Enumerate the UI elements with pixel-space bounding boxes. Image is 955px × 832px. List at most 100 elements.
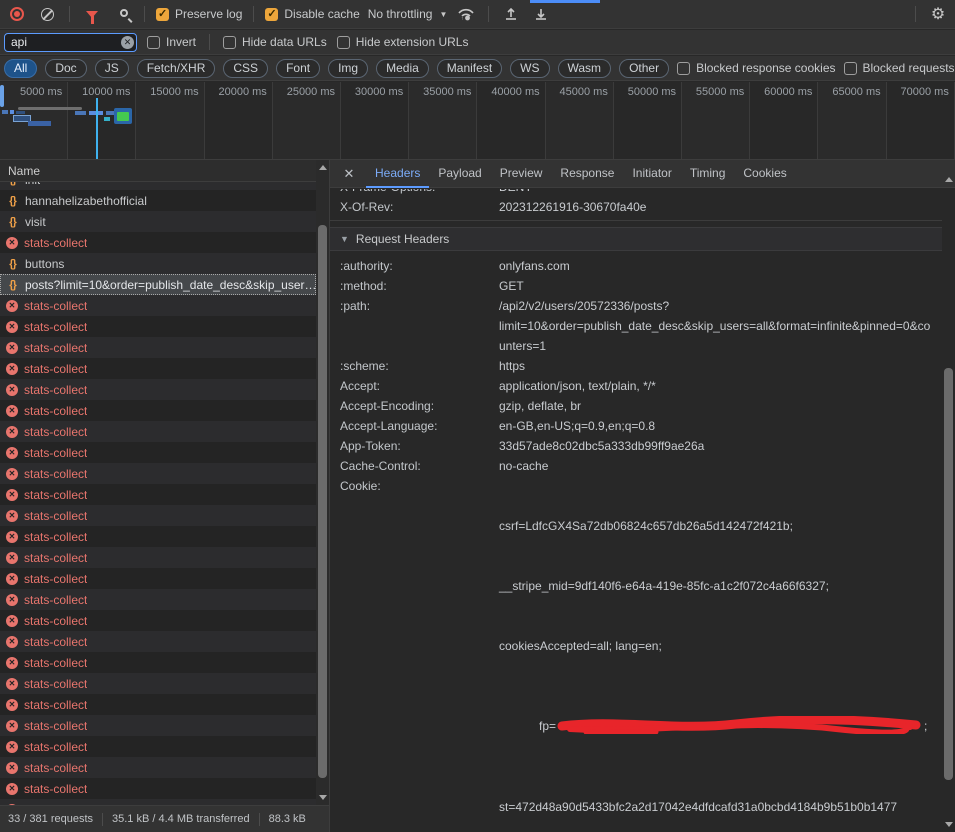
checkbox-checked-icon[interactable] xyxy=(265,8,278,21)
clear-button[interactable] xyxy=(36,3,58,25)
scrollbar-thumb[interactable] xyxy=(944,368,953,780)
request-type-icon: ✕ xyxy=(6,594,18,606)
filter-icon[interactable] xyxy=(81,3,103,25)
network-request-row[interactable]: {} hannahelizabethofficial xyxy=(0,190,316,211)
hide-data-urls-checkbox[interactable]: Hide data URLs xyxy=(223,35,327,49)
waterfall-preview-bar xyxy=(10,110,14,114)
network-request-row[interactable]: ✕ stats-collect xyxy=(0,337,316,358)
network-request-row[interactable]: ✕ stats-collect xyxy=(0,316,316,337)
type-filter-pill[interactable]: Other xyxy=(619,59,669,78)
network-request-row[interactable]: ✕ stats-collect xyxy=(0,421,316,442)
close-details-icon[interactable]: ✕ xyxy=(338,163,360,185)
request-type-icon: ✕ xyxy=(6,342,18,354)
network-request-row[interactable]: ✕ stats-collect xyxy=(0,295,316,316)
type-filter-pill[interactable]: Manifest xyxy=(437,59,502,78)
blocked-response-cookies-checkbox[interactable]: Blocked response cookies xyxy=(677,61,835,75)
network-request-row[interactable]: ✕ stats-collect xyxy=(0,736,316,757)
type-filter-pill[interactable]: WS xyxy=(510,59,549,78)
type-filter-pill[interactable]: JS xyxy=(95,59,129,78)
timeline-tick-cell: 65000 ms xyxy=(818,82,886,159)
request-name-label: stats-collect xyxy=(24,320,87,334)
details-tab[interactable]: Initiator xyxy=(623,160,680,188)
request-type-icon: ✕ xyxy=(6,531,18,543)
blocked-requests-checkbox[interactable]: Blocked requests xyxy=(844,61,955,75)
type-filter-pill[interactable]: Img xyxy=(328,59,368,78)
import-har-icon[interactable] xyxy=(500,3,522,25)
network-request-row[interactable]: ✕ stats-collect xyxy=(0,757,316,778)
preserve-log-checkbox[interactable]: Preserve log xyxy=(156,7,242,21)
details-scrollbar[interactable] xyxy=(942,172,955,832)
type-filter-pill[interactable]: Wasm xyxy=(558,59,612,78)
network-overview-timeline[interactable]: 5000 ms 10000 ms 15000 ms 20000 ms 25000… xyxy=(0,82,955,160)
details-tab[interactable]: Headers xyxy=(366,160,429,188)
scrollbar-thumb[interactable] xyxy=(318,225,327,778)
network-request-row[interactable]: ✕ stats-collect xyxy=(0,568,316,589)
search-icon[interactable] xyxy=(111,3,133,25)
network-request-row[interactable]: {} init xyxy=(0,182,316,190)
export-har-icon[interactable] xyxy=(530,3,552,25)
settings-gear-icon[interactable]: ⚙ xyxy=(927,3,949,25)
record-button[interactable] xyxy=(6,3,28,25)
filter-input[interactable] xyxy=(4,33,137,52)
network-request-row[interactable]: ✕ stats-collect xyxy=(0,526,316,547)
request-list-scrollbar[interactable] xyxy=(316,160,329,805)
network-request-row[interactable]: ✕ stats-collect xyxy=(0,610,316,631)
cookie-line: st=472d48a90d5433bfc2a2d17042e4dfdcafd31… xyxy=(499,797,936,817)
checkbox-unchecked-icon[interactable] xyxy=(223,36,236,49)
network-request-row[interactable]: {} visit xyxy=(0,211,316,232)
timeline-tick-label: 45000 ms xyxy=(560,86,608,98)
request-headers-section-header[interactable]: ▼ Request Headers xyxy=(330,227,942,251)
disable-cache-checkbox[interactable]: Disable cache xyxy=(265,7,359,21)
scroll-down-arrow[interactable] xyxy=(945,822,953,827)
network-request-row[interactable]: ✕ stats-collect xyxy=(0,463,316,484)
type-filter-pill[interactable]: CSS xyxy=(223,59,268,78)
network-request-row[interactable]: ✕ stats-collect xyxy=(0,400,316,421)
invert-checkbox[interactable]: Invert xyxy=(147,35,196,49)
checkbox-checked-icon[interactable] xyxy=(156,8,169,21)
network-request-row[interactable]: ✕ stats-collect xyxy=(0,715,316,736)
header-name: Accept: xyxy=(330,376,499,396)
scroll-up-arrow[interactable] xyxy=(319,165,327,170)
type-filter-pill[interactable]: Fetch/XHR xyxy=(137,59,216,78)
checkbox-unchecked-icon[interactable] xyxy=(337,36,350,49)
hide-extension-urls-checkbox[interactable]: Hide extension URLs xyxy=(337,35,469,49)
type-filter-pill[interactable]: Media xyxy=(376,59,429,78)
scroll-down-arrow[interactable] xyxy=(319,795,327,800)
network-request-row[interactable]: ✕ stats-collect xyxy=(0,358,316,379)
type-filter-pill[interactable]: All xyxy=(4,59,37,78)
details-tab[interactable]: Timing xyxy=(681,160,735,188)
type-filter-pill[interactable]: Doc xyxy=(45,59,86,78)
network-request-row[interactable]: ✕ stats-collect xyxy=(0,652,316,673)
network-request-row[interactable]: ✕ stats-collect xyxy=(0,631,316,652)
network-request-row[interactable]: {} posts?limit=10&order=publish_date_des… xyxy=(0,274,316,295)
timeline-tick-cell: 15000 ms xyxy=(136,82,204,159)
request-type-icon: ✕ xyxy=(6,363,18,375)
network-request-row[interactable]: ✕ stats-collect xyxy=(0,547,316,568)
request-header-row: :scheme: https xyxy=(330,356,942,376)
scroll-up-arrow[interactable] xyxy=(945,177,953,182)
overview-selection-handle[interactable] xyxy=(0,85,4,107)
details-tab[interactable]: Response xyxy=(551,160,623,188)
network-request-row[interactable]: ✕ stats-collect xyxy=(0,484,316,505)
network-request-row[interactable]: ✕ stats-collect xyxy=(0,694,316,715)
network-request-row[interactable]: ✕ stats-collect xyxy=(0,589,316,610)
name-column-header[interactable]: Name xyxy=(0,160,329,182)
network-request-row[interactable]: ✕ stats-collect xyxy=(0,379,316,400)
network-request-row[interactable]: {} buttons xyxy=(0,253,316,274)
checkbox-unchecked-icon[interactable] xyxy=(844,62,857,75)
details-tab[interactable]: Payload xyxy=(429,160,490,188)
clear-filter-icon[interactable]: ✕ xyxy=(121,36,134,49)
details-tab[interactable]: Preview xyxy=(491,160,552,188)
details-tab[interactable]: Cookies xyxy=(734,160,795,188)
network-request-row[interactable]: ✕ stats-collect xyxy=(0,442,316,463)
checkbox-unchecked-icon[interactable] xyxy=(147,36,160,49)
throttling-dropdown[interactable]: No throttling ▼ xyxy=(368,7,448,21)
network-request-row[interactable]: ✕ stats-collect xyxy=(0,673,316,694)
type-filter-pill[interactable]: Font xyxy=(276,59,320,78)
network-request-row[interactable]: ✕ stats-collect xyxy=(0,232,316,253)
network-request-row[interactable]: ✕ stats-collect xyxy=(0,778,316,799)
cookie-line: cookiesAccepted=all; lang=en; xyxy=(499,636,936,656)
network-conditions-icon[interactable]: ↑ xyxy=(455,3,477,25)
checkbox-unchecked-icon[interactable] xyxy=(677,62,690,75)
network-request-row[interactable]: ✕ stats-collect xyxy=(0,505,316,526)
